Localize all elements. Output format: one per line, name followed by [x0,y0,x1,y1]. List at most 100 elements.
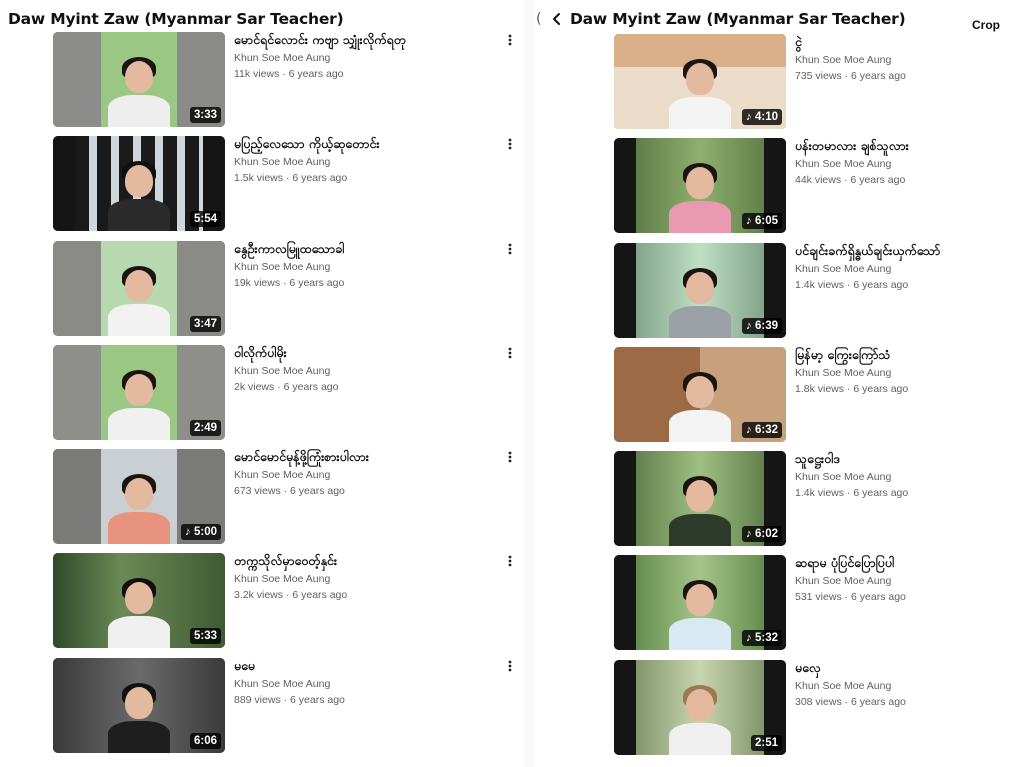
video-title[interactable]: သူဋ္ဌေးဝါဒ [795,451,1024,467]
video-meta: မောင်မောင်မုန့်ဖို့ကြုံးစားပါလား Khun So… [234,449,504,497]
video-title[interactable]: မလှေ [795,660,1024,676]
duration-badge: ♪ 4:10 [742,109,782,125]
video-title[interactable]: နွေဦးကာလမြူထသောခါ [234,241,504,257]
more-vertical-icon [508,556,512,567]
chevron-left-icon [553,13,560,25]
video-title[interactable]: ဝါလိုက်ပါမိုး [234,345,504,361]
duration-badge: ♪ 5:00 [181,524,221,541]
video-title[interactable]: မမေ [234,658,504,674]
video-thumbnail[interactable]: 6:06 [53,657,225,753]
thumbnail-person [669,163,731,234]
video-title[interactable]: မြန်မာ့ ကြွေးကြော်သံ [795,347,1024,363]
duration-badge: 2:51 [750,734,782,751]
video-meta: မြန်မာ့ ကြွေးကြော်သံ Khun Soe Moe Aung 1… [795,347,1024,395]
video-stats: 531 views · 6 years ago [795,591,906,604]
channel-name[interactable]: Khun Soe Moe Aung [234,156,504,168]
more-options-button[interactable] [505,553,515,569]
more-vertical-icon [508,138,512,150]
video-meta: တက္ကသိုလ်မှာဝေတ့်နှင်း Khun Soe Moe Aung… [234,553,504,601]
video-meta: ဝါလိုက်ပါမိုး Khun Soe Moe Aung 2k views… [234,345,504,393]
video-thumbnail[interactable]: ♪ 5:32 [614,555,786,651]
video-title[interactable]: မပြည့်လေသော ကိုယ့်ဆုတောင်း [234,136,504,152]
video-stats: 889 views · 6 years ago [234,693,345,706]
channel-name[interactable]: Khun Soe Moe Aung [795,158,1024,170]
video-stats: 735 views · 6 years ago [795,70,906,82]
thumbnail-person [669,267,731,338]
more-options-button[interactable] [505,449,515,465]
more-options-button[interactable] [505,32,515,48]
more-options-button[interactable] [505,345,515,361]
channel-name[interactable]: Khun Soe Moe Aung [234,573,504,585]
more-vertical-icon [508,660,512,672]
thumbnail-person [669,684,731,755]
duration-badge: 5:54 [189,211,221,228]
thumbnail-person [669,59,731,129]
left-header: Daw Myint Zaw (Myanmar Sar Teacher) [8,6,344,32]
video-meta: မောင်ရင်လောင်း ကဗျာ သျှုံးလိုက်ရတု Khun … [234,32,504,80]
duration-badge: 6:06 [189,732,221,749]
duration-badge: 5:33 [189,628,221,645]
video-stats: 1.4k views · 6 years ago [795,278,909,291]
letterbox-left [614,242,636,338]
video-stats: 44k views · 6 years ago [795,174,906,187]
video-thumbnail[interactable]: 5:33 [53,553,225,649]
channel-name[interactable]: Khun Soe Moe Aung [234,261,504,273]
video-title[interactable]: မောင်မောင်မုန့်ဖို့ကြုံးစားပါလား [234,449,504,465]
more-options-button[interactable] [505,658,515,674]
letterbox-left [614,659,636,755]
video-stats: 1.8k views · 6 years ago [795,382,909,395]
duration-badge: 3:33 [189,107,221,123]
thumbnail-person [108,369,170,440]
video-meta: မပြည့်လေသော ကိုယ့်ဆုတောင်း Khun Soe Moe … [234,136,504,184]
video-thumbnail[interactable]: ♪ 6:32 [614,346,786,442]
video-stats: 1.4k views · 6 years ago [795,487,909,500]
video-title[interactable]: တက္ကသိုလ်မှာဝေတ့်နှင်း [234,553,504,569]
video-title[interactable]: ပင်ချင်းခက်ရှိန္ဓယ်ချင်းယှက်သော် [795,243,1024,259]
video-thumbnail[interactable]: ♪ 4:10 [614,34,786,129]
channel-name[interactable]: Khun Soe Moe Aung [234,52,504,64]
channel-name[interactable]: Khun Soe Moe Aung [234,678,504,690]
left-panel: Daw Myint Zaw (Myanmar Sar Teacher) 3:33… [0,0,520,767]
channel-name[interactable]: Khun Soe Moe Aung [795,471,1024,483]
more-options-button[interactable] [505,136,515,152]
channel-name[interactable]: Khun Soe Moe Aung [795,575,1024,587]
channel-name[interactable]: Khun Soe Moe Aung [795,263,1024,275]
duration-badge: ♪ 6:39 [742,317,782,334]
channel-name[interactable]: Khun Soe Moe Aung [234,469,504,481]
crop-button[interactable]: Crop [972,18,1000,32]
back-button[interactable] [544,6,570,32]
channel-name[interactable]: Khun Soe Moe Aung [795,680,1024,692]
video-thumbnail[interactable]: 3:33 [53,32,225,127]
video-title[interactable]: မောင်ရင်လောင်း ကဗျာ သျှုံးလိုက်ရတု [234,32,504,48]
duration-badge: 3:47 [189,315,221,332]
video-stats: 19k views · 6 years ago [234,276,345,289]
video-thumbnail[interactable]: ♪ 6:39 [614,242,786,338]
duration-badge: ♪ 6:32 [742,421,782,438]
video-thumbnail[interactable]: 5:54 [53,136,225,232]
channel-name[interactable]: Khun Soe Moe Aung [234,365,504,377]
channel-name[interactable]: Khun Soe Moe Aung [795,54,1024,66]
duration-badge: 2:49 [189,419,221,436]
thumbnail-person [108,57,170,127]
thumbnail-person [108,265,170,336]
page-title: Daw Myint Zaw (Myanmar Sar Teacher) [570,10,906,28]
video-thumbnail[interactable]: ♪ 6:05 [614,138,786,234]
more-vertical-icon [508,451,512,463]
letterbox-left [614,451,636,547]
video-stats: 1.5k views · 6 years ago [234,172,348,185]
video-stats: 11k views · 6 years ago [234,68,344,80]
video-meta: မလှေ Khun Soe Moe Aung 308 views · 6 yea… [795,660,1024,708]
video-title[interactable]: ဆရာမ ပုံပြင်ပြောပြပါ [795,555,1024,571]
video-thumbnail[interactable]: 3:47 [53,240,225,336]
channel-name[interactable]: Khun Soe Moe Aung [795,367,1024,379]
video-thumbnail[interactable]: 2:51 [614,659,786,755]
video-title[interactable]: ငွဲ [795,34,1024,50]
video-title[interactable]: ပန်းတမာလား ချစ်သူလား [795,138,1024,154]
video-thumbnail[interactable]: 2:49 [53,344,225,440]
more-options-button[interactable] [505,241,515,257]
duration-badge: ♪ 6:05 [742,213,782,230]
video-thumbnail[interactable]: ♪ 6:02 [614,451,786,547]
video-thumbnail[interactable]: ♪ 5:00 [53,449,225,545]
right-panel: ( Daw Myint Zaw (Myanmar Sar Teacher) ♪ … [536,0,1024,767]
panel-divider [524,0,534,767]
